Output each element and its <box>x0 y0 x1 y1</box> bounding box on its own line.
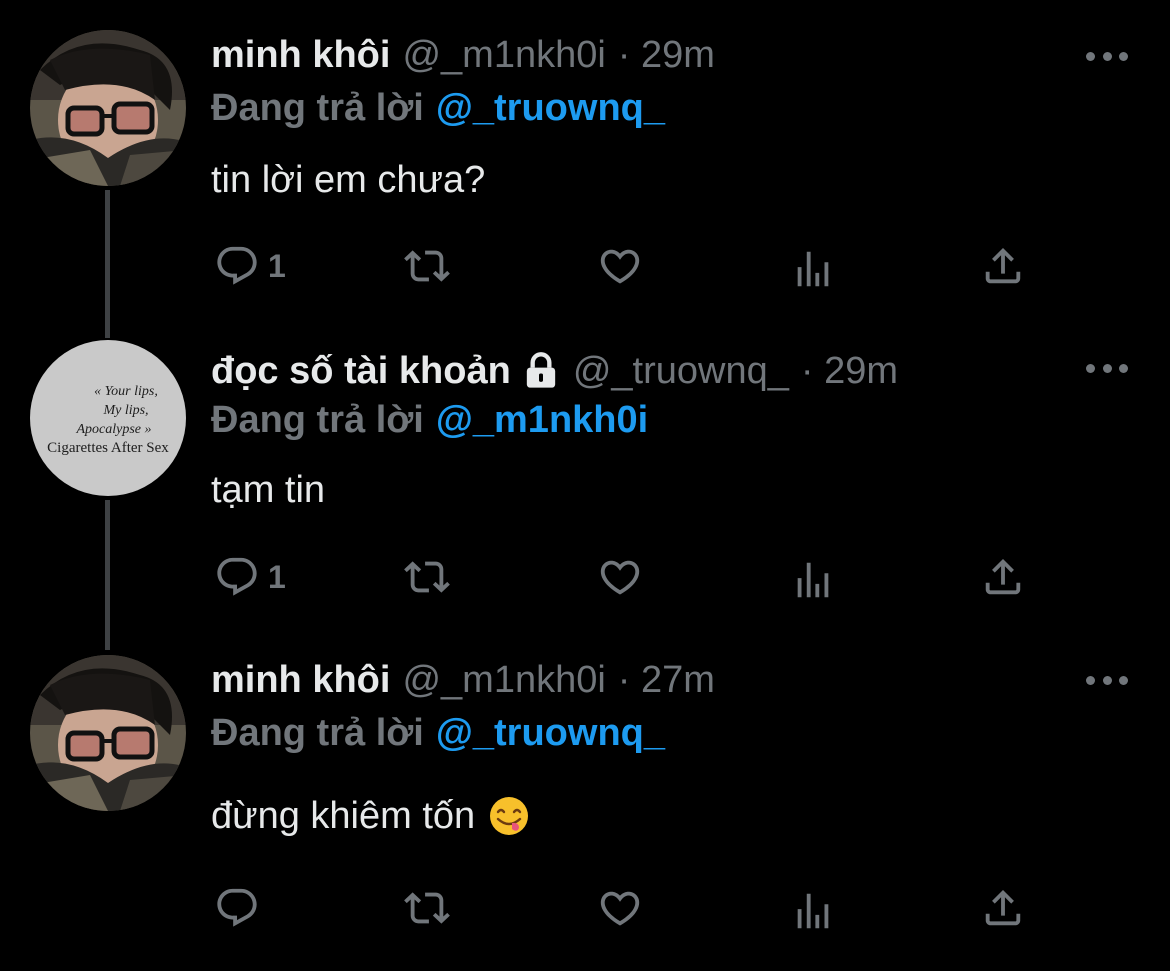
retweet-icon <box>404 885 450 931</box>
share-button[interactable] <box>980 885 1026 931</box>
replying-to-label: Đang trả lời <box>211 712 424 754</box>
display-name[interactable]: đọc số tài khoản <box>211 348 511 394</box>
retweet-icon <box>404 243 450 289</box>
reply-button[interactable]: 1 <box>214 243 286 289</box>
share-icon <box>980 885 1026 931</box>
views-button[interactable] <box>790 888 836 934</box>
reply-target-link[interactable]: @_truownq_ <box>436 712 665 754</box>
more-icon <box>1086 675 1095 685</box>
like-icon <box>597 243 643 289</box>
tweet-1[interactable]: minh khôi @_m1nkh0i · 29m Đang trả lời @_… <box>0 0 1170 330</box>
share-icon <box>980 554 1026 600</box>
timestamp[interactable]: · 29m <box>618 32 715 78</box>
like-icon <box>597 554 643 600</box>
user-handle[interactable]: @_m1nkh0i <box>402 657 605 703</box>
retweet-icon <box>404 554 450 600</box>
views-button[interactable] <box>790 557 836 603</box>
views-icon <box>790 888 836 934</box>
views-button[interactable] <box>790 246 836 292</box>
more-icon <box>1086 51 1095 61</box>
display-name[interactable]: minh khôi <box>211 657 390 703</box>
reply-target-link[interactable]: @_truownq_ <box>436 87 665 129</box>
lock-icon <box>526 352 555 388</box>
man-with-glasses-avatar-icon <box>30 30 186 186</box>
avatar[interactable] <box>30 655 186 811</box>
avatar[interactable]: « Your lips, My lips, Apocalypse » Cigar… <box>30 340 186 496</box>
avatar-text-line: « Your lips, <box>94 384 158 399</box>
reply-count: 1 <box>268 247 286 284</box>
like-icon <box>597 885 643 931</box>
views-icon <box>790 557 836 603</box>
user-handle[interactable]: @_truownq_ <box>573 348 789 394</box>
like-button[interactable] <box>597 885 643 931</box>
replying-to-label: Đang trả lời <box>211 399 424 441</box>
reply-target-link[interactable]: @_m1nkh0i <box>436 399 648 441</box>
reply-icon <box>214 554 260 600</box>
more-options-button[interactable] <box>1086 670 1128 690</box>
like-button[interactable] <box>597 243 643 289</box>
reply-button[interactable]: 1 <box>214 554 286 600</box>
timestamp[interactable]: · 29m <box>801 348 898 394</box>
user-handle[interactable]: @_m1nkh0i <box>402 32 605 78</box>
like-button[interactable] <box>597 554 643 600</box>
avatar[interactable] <box>30 30 186 186</box>
share-icon <box>980 243 1026 289</box>
reply-count: 1 <box>268 558 286 595</box>
reply-button[interactable] <box>214 885 268 931</box>
reply-icon <box>214 243 260 289</box>
reply-icon <box>214 885 260 931</box>
face-savoring-food-emoji-icon <box>490 797 529 835</box>
tweet-text: đừng khiêm tốn <box>211 795 476 837</box>
avatar-text-line: My lips, <box>103 403 149 418</box>
avatar-text-line: Cigarettes After Sex <box>47 440 169 456</box>
tweet-text: tin lời em chưa? <box>211 159 486 201</box>
more-options-button[interactable] <box>1086 46 1128 66</box>
replying-to-label: Đang trả lời <box>211 87 424 129</box>
views-icon <box>790 246 836 292</box>
thread-line <box>105 500 110 650</box>
retweet-button[interactable] <box>404 243 450 289</box>
share-button[interactable] <box>980 243 1026 289</box>
timestamp[interactable]: · 27m <box>618 657 715 703</box>
tweet-text: tạm tin <box>211 469 326 511</box>
more-options-button[interactable] <box>1086 358 1128 378</box>
retweet-button[interactable] <box>404 554 450 600</box>
display-name[interactable]: minh khôi <box>211 32 390 78</box>
avatar-text-line: Apocalypse » <box>76 422 152 437</box>
share-button[interactable] <box>980 554 1026 600</box>
man-with-glasses-avatar-icon <box>30 655 186 811</box>
more-icon <box>1086 363 1095 373</box>
retweet-button[interactable] <box>404 885 450 931</box>
